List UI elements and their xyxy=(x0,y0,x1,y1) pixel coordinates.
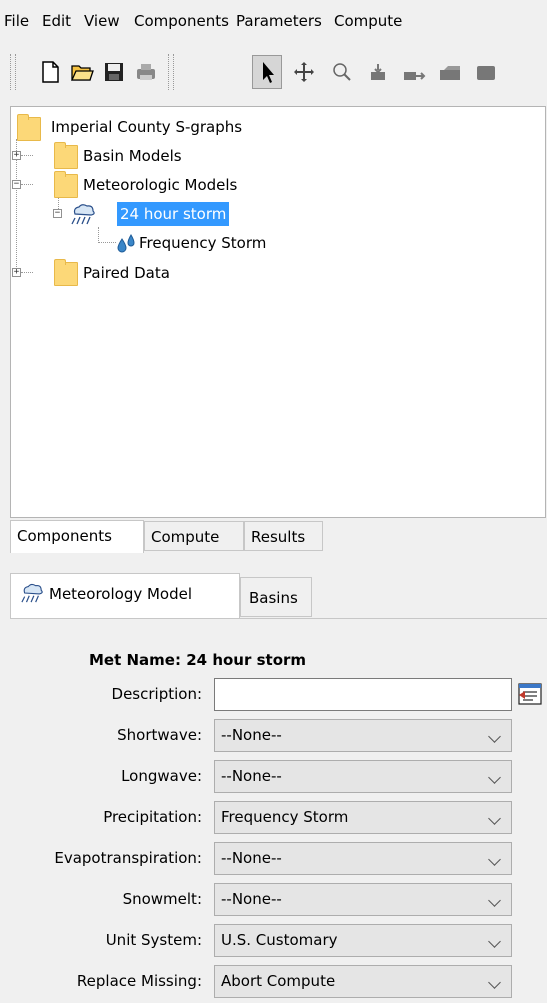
precipitation-select[interactable]: Frequency Storm xyxy=(214,801,512,834)
met-model-storm-icon xyxy=(71,204,95,225)
chevron-down-icon xyxy=(488,730,501,743)
collapse-minus-icon[interactable]: − xyxy=(12,180,21,189)
replace-missing-select[interactable]: Abort Compute xyxy=(214,965,512,998)
chevron-down-icon xyxy=(488,771,501,784)
shortwave-select[interactable]: --None-- xyxy=(214,719,512,752)
evapotranspiration-label: Evapotranspiration: xyxy=(54,849,202,867)
print-icon[interactable] xyxy=(134,60,158,84)
tree-item-frequency-storm[interactable]: Frequency Storm xyxy=(139,231,266,255)
description-editor-icon[interactable] xyxy=(517,681,543,707)
toolbar-separator xyxy=(168,54,174,90)
shortwave-value: --None-- xyxy=(221,726,282,744)
chevron-down-icon xyxy=(488,894,501,907)
menu-view[interactable]: View xyxy=(84,12,120,30)
chevron-down-icon xyxy=(488,812,501,825)
description-label: Description: xyxy=(111,685,202,703)
tree-item-basin-models[interactable]: Basin Models xyxy=(83,144,182,168)
tab-meteorology-model-label: Meteorology Model xyxy=(49,585,193,603)
toolbar-grip[interactable] xyxy=(10,54,16,90)
menu-compute[interactable]: Compute xyxy=(334,12,402,30)
met-name-value: 24 hour storm xyxy=(186,651,307,669)
folder-icon xyxy=(54,259,78,286)
menu-edit[interactable]: Edit xyxy=(42,12,71,30)
unit-system-value: U.S. Customary xyxy=(221,931,338,949)
met-model-storm-icon xyxy=(21,583,43,603)
unit-system-label: Unit System: xyxy=(105,931,202,949)
replace-missing-label: Replace Missing: xyxy=(76,972,202,990)
tab-basins[interactable]: Basins xyxy=(240,577,312,617)
shortwave-label: Shortwave: xyxy=(117,726,202,744)
chevron-down-icon xyxy=(488,976,501,989)
tab-meteorology-model[interactable]: Meteorology Model xyxy=(10,573,240,619)
tree-item-24-hour-storm[interactable]: 24 hour storm xyxy=(117,202,230,226)
menu-bar: File Edit View Components Parameters Com… xyxy=(0,0,547,38)
add-subbasin-icon[interactable] xyxy=(366,60,390,84)
meteorology-form: Met Name: 24 hour storm Description: Sho… xyxy=(10,618,547,1003)
evapotranspiration-value: --None-- xyxy=(221,849,282,867)
precipitation-drops-icon xyxy=(117,234,135,253)
open-icon[interactable] xyxy=(70,60,94,84)
toolbar xyxy=(0,40,547,100)
snowmelt-select[interactable]: --None-- xyxy=(214,883,512,916)
menu-components[interactable]: Components xyxy=(134,12,229,30)
snowmelt-label: Snowmelt: xyxy=(122,890,202,908)
longwave-label: Longwave: xyxy=(121,767,202,785)
collapse-minus-icon[interactable]: − xyxy=(53,209,62,218)
chevron-down-icon xyxy=(488,853,501,866)
tab-compute[interactable]: Compute xyxy=(144,521,244,551)
description-input[interactable] xyxy=(214,678,512,711)
folder-icon xyxy=(54,171,78,198)
select-arrow-icon[interactable] xyxy=(252,55,282,89)
tab-components[interactable]: Components xyxy=(10,520,144,553)
expand-plus-icon[interactable]: + xyxy=(12,151,21,160)
precipitation-value: Frequency Storm xyxy=(221,808,349,826)
pan-icon[interactable] xyxy=(292,60,316,84)
met-name-row: Met Name: 24 hour storm xyxy=(89,651,306,669)
replace-missing-value: Abort Compute xyxy=(221,972,336,990)
save-icon[interactable] xyxy=(102,60,126,84)
watershed-explorer-tree: Imperial County S-graphs + Basin Models … xyxy=(10,106,546,518)
tab-results[interactable]: Results xyxy=(244,521,323,551)
met-name-label: Met Name: xyxy=(89,651,181,669)
snowmelt-value: --None-- xyxy=(221,890,282,908)
zoom-icon[interactable] xyxy=(330,60,354,84)
longwave-select[interactable]: --None-- xyxy=(214,760,512,793)
chevron-down-icon xyxy=(488,935,501,948)
add-reservoir-icon[interactable] xyxy=(438,60,462,84)
add-reach-icon[interactable] xyxy=(402,60,426,84)
menu-parameters[interactable]: Parameters xyxy=(236,12,322,30)
tree-root-label[interactable]: Imperial County S-graphs xyxy=(51,115,242,139)
new-icon[interactable] xyxy=(38,60,62,84)
folder-icon xyxy=(54,142,78,169)
expand-plus-icon[interactable]: + xyxy=(12,268,21,277)
precipitation-label: Precipitation: xyxy=(103,808,202,826)
tree-item-meteorologic-models[interactable]: Meteorologic Models xyxy=(83,173,237,197)
folder-icon xyxy=(17,114,41,141)
longwave-value: --None-- xyxy=(221,767,282,785)
evapotranspiration-select[interactable]: --None-- xyxy=(214,842,512,875)
unit-system-select[interactable]: U.S. Customary xyxy=(214,924,512,957)
menu-file[interactable]: File xyxy=(4,12,29,30)
add-source-icon[interactable] xyxy=(474,60,498,84)
tree-item-paired-data[interactable]: Paired Data xyxy=(83,261,170,285)
